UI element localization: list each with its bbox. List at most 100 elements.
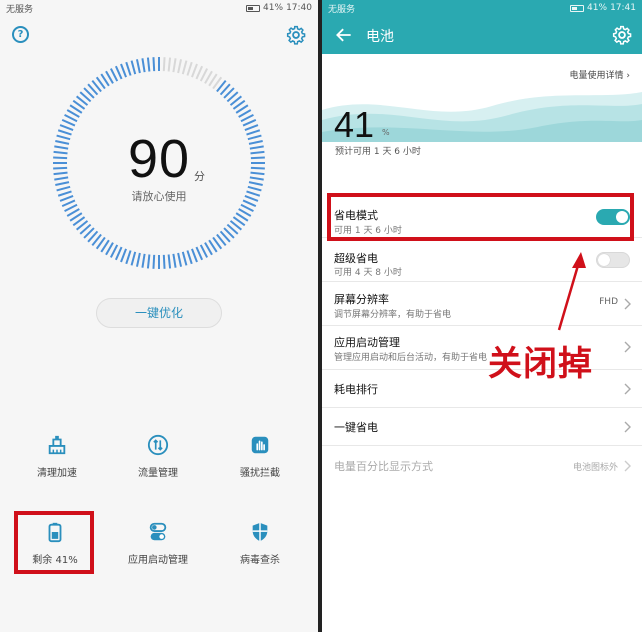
- dial-tick: [152, 57, 156, 72]
- chevron-right-icon: [624, 383, 631, 395]
- dial-tick: [240, 113, 254, 123]
- row-title: 电量百分比显示方式: [334, 460, 433, 473]
- dial-tick: [199, 68, 209, 82]
- tool-label: 应用启动管理: [128, 555, 188, 566]
- dial-tick: [172, 253, 177, 268]
- highlight-box-power-saving: [327, 193, 634, 241]
- app-bar: 电池: [322, 16, 642, 54]
- row-app-startup[interactable]: 应用启动管理 管理应用启动和后台活动，有助于省电: [322, 326, 642, 370]
- ultra-saving-toggle[interactable]: [596, 252, 630, 268]
- dial-tick: [195, 246, 204, 261]
- row-title: 应用启动管理: [334, 336, 400, 349]
- hand-block-icon: [251, 436, 269, 454]
- tool-data-usage[interactable]: 流量管理: [108, 434, 208, 484]
- dial-tick: [130, 60, 137, 75]
- dial-tick: [109, 244, 119, 258]
- usage-details-link[interactable]: 电量使用详情 ›: [570, 68, 631, 81]
- percent-display-value: 电池图标外: [572, 463, 618, 473]
- chevron-right-icon: [624, 460, 631, 472]
- battery-estimate: 预计可用 1 天 6 小时: [335, 147, 421, 157]
- dial-tick: [64, 203, 78, 213]
- tool-cleanup[interactable]: 清理加速: [7, 434, 107, 484]
- dial-tick: [191, 63, 198, 78]
- row-subtitle: 调节屏幕分辨率，有助于省电: [334, 310, 452, 320]
- left-screen-phone-manager: 无服务 41% 17:40 ? 90 分 请放心使用 一键优化 清理加速 流量管…: [0, 0, 318, 632]
- dial-tick: [167, 254, 172, 269]
- row-ultra-saving[interactable]: 超级省电 可用 4 天 8 小时: [322, 238, 642, 282]
- dial-tick: [120, 248, 127, 263]
- chevron-right-icon: [624, 341, 631, 353]
- score-caption: 请放心使用: [131, 190, 187, 203]
- dial-tick: [162, 254, 166, 269]
- battery-percent-unit: %: [382, 128, 390, 137]
- dial-tick: [167, 57, 172, 72]
- dial-tick: [120, 63, 127, 78]
- row-subtitle: 可用 4 天 8 小时: [334, 268, 402, 278]
- clock: 17:41: [610, 3, 636, 13]
- dial-tick: [181, 251, 188, 266]
- dial-tick: [191, 248, 198, 263]
- dial-tick: [199, 244, 209, 258]
- dial-tick: [109, 68, 119, 82]
- shield-icon: [252, 522, 268, 542]
- dial-tick: [172, 58, 177, 73]
- chevron-right-icon: [624, 421, 631, 433]
- battery-status-text: 41%: [587, 3, 608, 13]
- dial-tick: [146, 57, 151, 72]
- dial-tick: [186, 250, 193, 265]
- optimize-button[interactable]: 一键优化: [96, 298, 222, 328]
- chevron-right-icon: ›: [626, 71, 630, 81]
- dial-tick: [125, 250, 132, 265]
- highlight-box-battery: [14, 511, 94, 574]
- clock: 17:40: [286, 3, 312, 13]
- tool-label: 骚扰拦截: [240, 468, 280, 479]
- status-bar: 无服务 41% 17:40: [0, 0, 318, 16]
- toggles-icon: [149, 522, 167, 541]
- row-percent-display[interactable]: 电量百分比显示方式 电池图标外: [322, 446, 642, 484]
- battery-status-text: 41%: [263, 3, 284, 13]
- chevron-right-icon: [624, 298, 631, 310]
- battery-percent: 41: [334, 104, 375, 145]
- gear-icon[interactable]: [286, 25, 306, 45]
- annotation-text: 关闭掉: [488, 344, 593, 384]
- dial-tick: [125, 61, 132, 76]
- broom-icon: [48, 435, 66, 455]
- row-title: 超级省电: [334, 252, 378, 265]
- tool-harassment-block[interactable]: 骚扰拦截: [210, 434, 310, 484]
- row-screen-resolution[interactable]: 屏幕分辨率 调节屏幕分辨率，有助于省电 FHD: [322, 282, 642, 326]
- carrier-status: 无服务: [6, 4, 34, 15]
- dial-tick: [240, 203, 254, 213]
- row-one-key-saving[interactable]: 一键省电: [322, 408, 642, 446]
- gear-icon[interactable]: [612, 25, 632, 45]
- dial-tick: [195, 65, 204, 80]
- dial-tick: [114, 246, 123, 261]
- help-icon[interactable]: ?: [12, 26, 29, 43]
- dial-tick: [146, 254, 151, 269]
- back-arrow-icon[interactable]: [334, 25, 354, 45]
- row-title: 耗电排行: [334, 383, 378, 396]
- tool-virus-scan[interactable]: 病毒查杀: [210, 521, 310, 571]
- tool-label: 病毒查杀: [240, 555, 280, 566]
- battery-status-icon: [246, 4, 261, 12]
- dial-tick: [162, 57, 166, 72]
- dial-tick: [141, 58, 146, 73]
- row-subtitle: 管理应用启动和后台活动，有助于省电: [334, 353, 488, 363]
- dial-tick: [181, 60, 188, 75]
- dial-tick: [186, 61, 193, 76]
- status-bar: 无服务 41% 17:41: [322, 0, 642, 16]
- dial-tick: [177, 59, 183, 74]
- dial-tick: [177, 252, 183, 267]
- tool-app-startup[interactable]: 应用启动管理: [108, 521, 208, 571]
- score-unit: 分: [194, 170, 205, 183]
- dial-tick: [141, 253, 146, 268]
- carrier-status: 无服务: [328, 4, 356, 15]
- dial-tick: [64, 113, 78, 123]
- row-power-ranking[interactable]: 耗电排行: [322, 370, 642, 408]
- right-screen-battery-settings: 无服务 41% 17:41 电池 电量使用详情 › 41 % 预计可用 1 天 …: [322, 0, 642, 632]
- dial-tick: [130, 251, 137, 266]
- dial-tick: [61, 118, 76, 127]
- dial-tick: [152, 254, 156, 269]
- health-score: 90: [127, 129, 191, 189]
- dial-tick: [135, 252, 141, 267]
- data-traffic-icon: [147, 434, 169, 456]
